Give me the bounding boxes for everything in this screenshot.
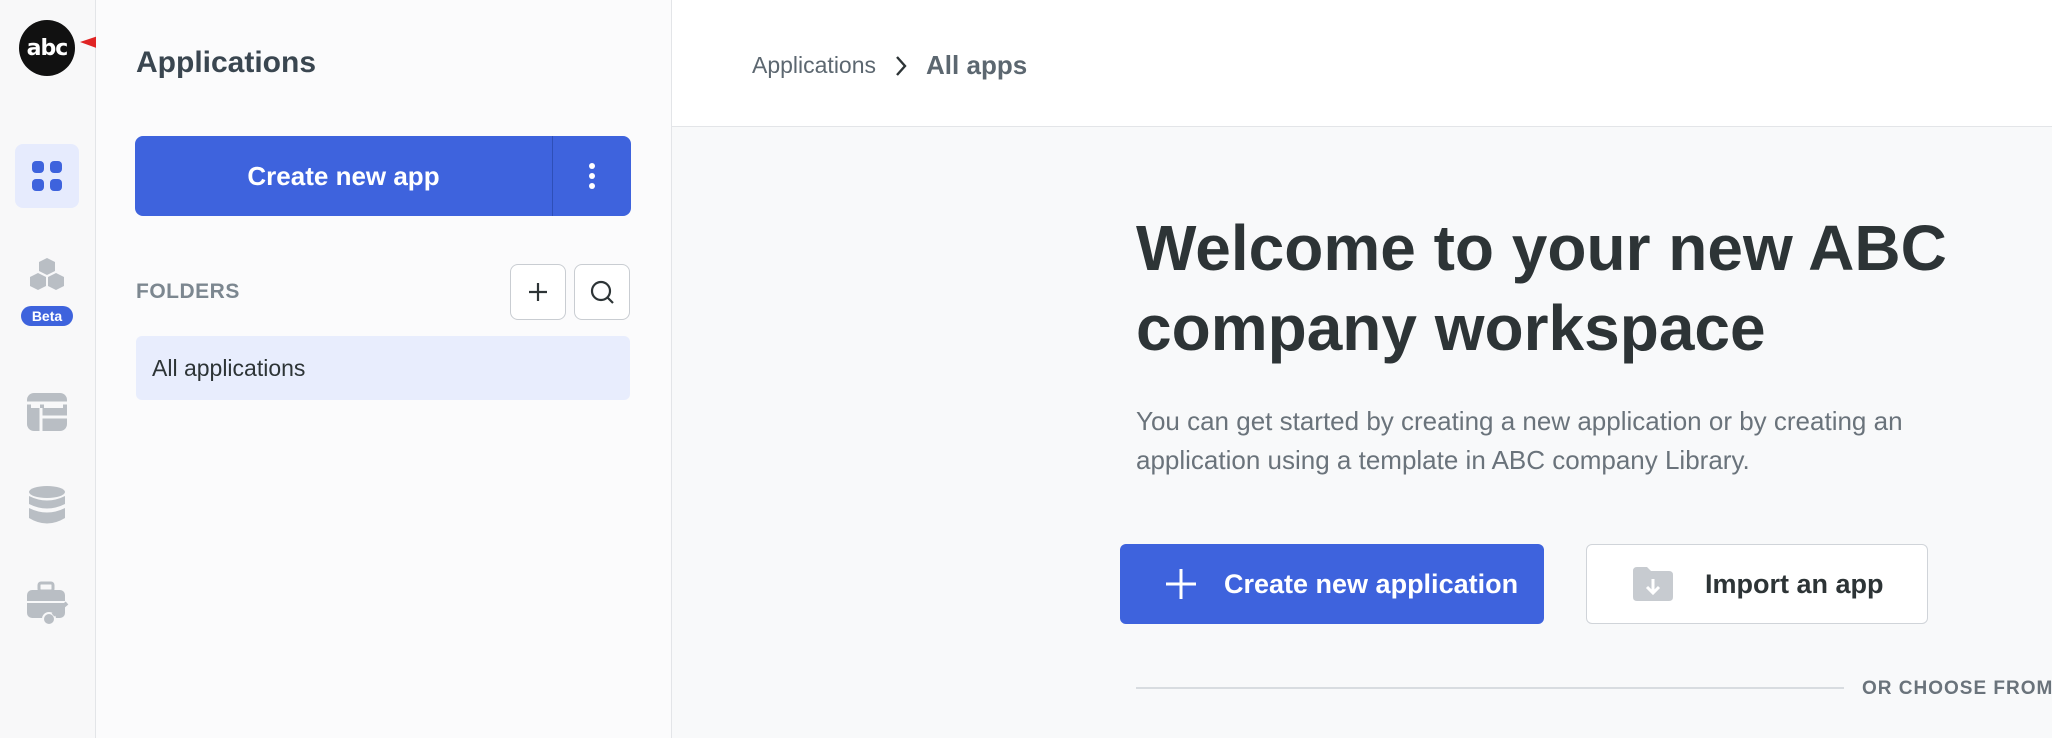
rail-item-applications[interactable] [15,144,79,208]
vertical-dots-icon [589,163,595,189]
rail-item-workflows[interactable] [15,242,79,306]
brand-logo-text: abc [26,35,69,61]
chevron-right-icon [896,55,907,76]
rail-item-integrations[interactable] [15,572,79,636]
beta-badge: Beta [21,306,73,326]
breadcrumb: Applications All apps [752,50,1027,81]
table-icon [27,393,67,431]
cubes-icon [30,258,64,290]
folder-download-icon [1633,567,1673,601]
welcome-description: You can get started by creating a new ap… [1136,406,1903,475]
database-icon [29,486,65,524]
choose-from-label: OR CHOOSE FROM [1862,678,2052,699]
breadcrumb-applications[interactable]: Applications [752,52,876,79]
welcome-title: Welcome to your new ABC company workspac… [1136,212,1947,364]
rail-item-tables[interactable] [15,380,79,444]
plus-icon [529,283,547,301]
top-bar: Applications All apps [672,0,2052,127]
create-new-app-split-button: Create new app [135,136,631,216]
section-divider [1136,687,1844,689]
create-new-application-label: Create new application [1224,568,1519,599]
sidebar-title: Applications [136,46,317,79]
import-app-label: Import an app [1705,568,1884,599]
folders-heading: FOLDERS [136,280,240,303]
plus-icon [1166,569,1196,599]
main-content: Applications All apps Welcome to your ne… [672,0,2052,738]
folder-item-all-applications[interactable]: All applications [136,336,630,400]
import-app-button[interactable]: Import an app [1586,544,1928,624]
search-icon [590,280,614,304]
applications-sidebar: Applications Create new app FOLDERS All … [96,0,672,738]
search-folders-button[interactable] [574,264,630,320]
create-new-app-button[interactable]: Create new app [135,136,553,216]
apps-grid-icon [32,161,62,191]
create-app-more-button[interactable] [553,136,631,216]
add-folder-button[interactable] [510,264,566,320]
brand-logo[interactable]: abc [19,20,75,76]
breadcrumb-all-apps: All apps [926,50,1028,80]
create-new-application-button[interactable]: Create new application [1120,544,1544,624]
rail-item-database[interactable] [15,474,79,538]
toolbox-icon [27,581,69,626]
icon-rail: abc Beta [0,0,96,738]
